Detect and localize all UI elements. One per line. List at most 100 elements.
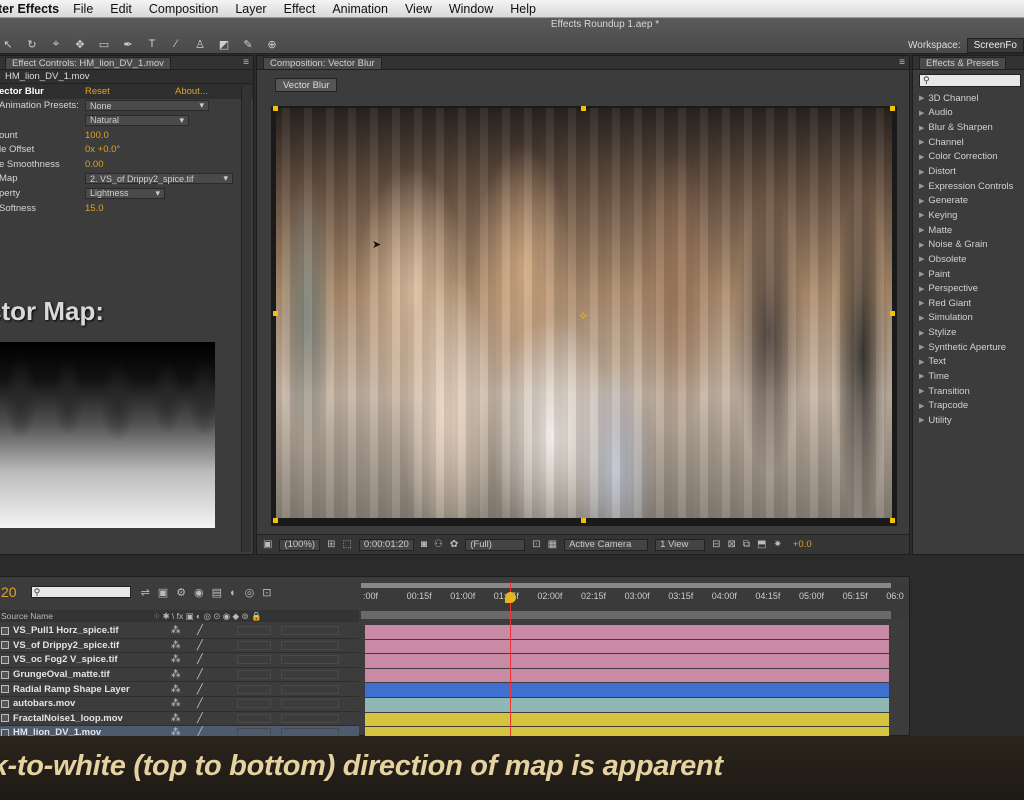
disclosure-triangle-icon[interactable]: ▶ — [919, 387, 924, 395]
effect-category-item[interactable]: ▶ Simulation — [913, 311, 1024, 326]
panel-menu-icon[interactable]: ≡ — [243, 57, 249, 68]
snapshot-icon[interactable]: ◙ — [421, 539, 427, 550]
always-preview-icon[interactable]: ▣ — [263, 539, 272, 550]
effect-category-item[interactable]: ▶ Red Giant — [913, 296, 1024, 311]
current-time-display[interactable]: 0:00:01:20 — [358, 538, 414, 551]
effect-category-item[interactable]: ▶ Obsolete — [913, 252, 1024, 267]
angle-offset-value[interactable]: 0x +0.0° — [85, 144, 120, 155]
work-area-bar[interactable] — [361, 583, 891, 588]
vector-map-dropdown[interactable]: 2. VS_of Drippy2_spice.tif ▾ — [85, 173, 233, 185]
effect-category-item[interactable]: ▶ Blur & Sharpen — [913, 120, 1024, 135]
disclosure-triangle-icon[interactable]: ▶ — [919, 211, 924, 219]
flowchart-icon[interactable]: ⬒ — [757, 539, 766, 550]
effect-category-item[interactable]: ▶ Noise & Grain — [913, 237, 1024, 252]
layer-switches[interactable] — [237, 713, 271, 723]
disclosure-triangle-icon[interactable]: ▶ — [919, 416, 924, 424]
disclosure-triangle-icon[interactable]: ▶ — [919, 402, 924, 410]
disclosure-triangle-icon[interactable]: ▶ — [919, 285, 924, 293]
layer-duration-bar[interactable] — [365, 683, 889, 697]
layer-handle[interactable] — [273, 518, 278, 523]
layer-duration-bar[interactable] — [365, 712, 889, 727]
menu-edit[interactable]: Edit — [110, 2, 132, 16]
timeline-search-input[interactable]: ⚲ — [30, 586, 131, 598]
effect-category-item[interactable]: ▶ Trapcode — [913, 398, 1024, 413]
channel-icon[interactable]: ✿ — [450, 539, 458, 550]
rectangle-tool-icon[interactable]: ▭ — [96, 37, 112, 51]
selection-tool-icon[interactable]: ↖ — [0, 37, 16, 51]
menu-window[interactable]: Window — [449, 2, 493, 16]
timeline-icon[interactable]: ⧉ — [743, 539, 750, 550]
menu-help[interactable]: Help — [510, 2, 536, 16]
timeline-layer-row[interactable]: VS_Pull1 Horz_spice.tif ⁂ ╱ — [0, 624, 359, 639]
timeline-layer-row[interactable]: FractalNoise1_loop.mov ⁂ ╱ — [0, 712, 359, 727]
region-of-interest-icon[interactable]: ⊡ — [532, 539, 540, 550]
effect-category-item[interactable]: ▶ Matte — [913, 223, 1024, 238]
effect-category-item[interactable]: ▶ Generate — [913, 193, 1024, 208]
disclosure-triangle-icon[interactable]: ▶ — [919, 270, 924, 278]
layer-name[interactable]: GrungeOval_matte.tif — [13, 669, 110, 680]
timeline-switches-icons[interactable]: ⇌▣⚙◉▤◐◎⊡ — [141, 586, 280, 599]
disclosure-triangle-icon[interactable]: ▶ — [919, 94, 924, 102]
source-name-header[interactable]: Source Name — [1, 611, 53, 621]
menu-effect[interactable]: Effect — [284, 2, 316, 16]
show-snapshot-icon[interactable]: ⚇ — [434, 539, 443, 550]
layer-switches[interactable] — [237, 655, 271, 665]
disclosure-triangle-icon[interactable]: ▶ — [919, 124, 924, 132]
pen-tool-icon[interactable]: ✒ — [120, 37, 136, 51]
layer-handle[interactable] — [273, 106, 278, 111]
workspace-select[interactable]: ScreenFo — [966, 38, 1024, 53]
resolution-dropdown[interactable]: (Full) — [465, 538, 526, 551]
quality-switch-icon[interactable]: ╱ — [197, 684, 203, 695]
shy-switch-icon[interactable]: ⁂ — [171, 625, 181, 636]
app-name[interactable]: ter Effects — [0, 2, 59, 16]
timeline-layer-row[interactable]: VS_oc Fog2 V_spice.tif ⁂ ╱ — [0, 653, 359, 668]
effect-category-item[interactable]: ▶ Expression Controls — [913, 179, 1024, 194]
effect-header-row[interactable]: ector Blur Reset About... — [0, 84, 253, 99]
amount-value[interactable]: 100.0 — [85, 130, 109, 141]
layer-name[interactable]: VS_oc Fog2 V_spice.tif — [13, 654, 118, 665]
layer-handle[interactable] — [581, 518, 586, 523]
effect-category-item[interactable]: ▶ Color Correction — [913, 150, 1024, 165]
disclosure-triangle-icon[interactable]: ▶ — [919, 255, 924, 263]
quality-switch-icon[interactable]: ╱ — [197, 713, 203, 724]
exposure-icon[interactable]: ✷ — [773, 539, 781, 550]
layer-parent-switches[interactable] — [281, 684, 339, 694]
quality-switch-icon[interactable]: ╱ — [197, 654, 203, 665]
shy-switch-icon[interactable]: ⁂ — [171, 684, 181, 695]
composition-name-chip[interactable]: Vector Blur — [275, 78, 338, 92]
quality-switch-icon[interactable]: ╱ — [197, 640, 203, 651]
exposure-value[interactable]: +0.0 — [789, 539, 816, 551]
disclosure-triangle-icon[interactable]: ▶ — [919, 138, 924, 146]
pan-behind-tool-icon[interactable]: ✥ — [72, 37, 88, 51]
layer-switches[interactable] — [237, 670, 271, 680]
menu-file[interactable]: File — [73, 2, 93, 16]
panel-menu-icon[interactable]: ≡ — [899, 57, 905, 68]
effect-category-item[interactable]: ▶ Stylize — [913, 325, 1024, 340]
effect-category-item[interactable]: ▶ Distort — [913, 164, 1024, 179]
timeline-layer-row[interactable]: autobars.mov ⁂ ╱ — [0, 697, 359, 712]
shy-switch-icon[interactable]: ⁂ — [171, 640, 181, 651]
effect-category-item[interactable]: ▶ Paint — [913, 267, 1024, 282]
layer-handle[interactable] — [890, 106, 895, 111]
transparency-grid-icon[interactable]: ▦ — [548, 539, 557, 550]
layer-name[interactable]: FractalNoise1_loop.mov — [13, 713, 123, 724]
disclosure-triangle-icon[interactable]: ▶ — [919, 226, 924, 234]
menu-view[interactable]: View — [405, 2, 432, 16]
time-ruler[interactable]: :00f00:15f01:00f01:15f02:00f02:15f03:00f… — [361, 583, 909, 619]
quality-dropdown[interactable]: Natural ▾ — [85, 114, 189, 126]
effect-category-item[interactable]: ▶ 3D Channel — [913, 91, 1024, 106]
layer-name[interactable]: autobars.mov — [13, 698, 75, 709]
effect-name[interactable]: ector Blur — [0, 86, 44, 97]
layer-handle[interactable] — [273, 311, 278, 316]
camera-view-dropdown[interactable]: Active Camera — [564, 538, 649, 551]
layer-parent-switches[interactable] — [281, 699, 339, 709]
fast-previews-icon[interactable]: ⊠ — [727, 539, 735, 550]
effect-category-item[interactable]: ▶ Transition — [913, 384, 1024, 399]
layer-handle[interactable] — [581, 106, 586, 111]
effects-search-input[interactable]: ⚲ — [919, 74, 1021, 87]
effect-category-item[interactable]: ▶ Text — [913, 355, 1024, 370]
brush-tool-icon[interactable]: ⁄ — [168, 37, 184, 51]
composition-viewer[interactable]: ➤ ✧ — [271, 106, 897, 526]
animation-presets-dropdown[interactable]: None ▾ — [85, 100, 209, 112]
disclosure-triangle-icon[interactable]: ▶ — [919, 168, 924, 176]
